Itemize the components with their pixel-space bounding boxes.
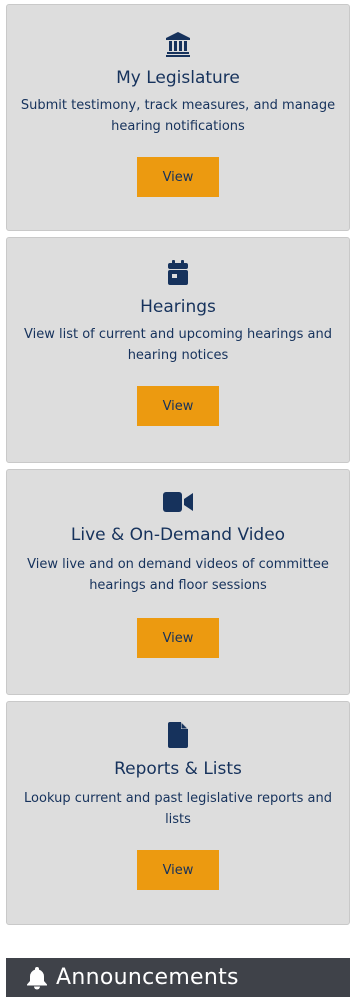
card-description: Submit testimony, track measures, and ma… [20, 98, 336, 134]
card-my-legislature: My Legislature Submit testimony, track m… [6, 4, 350, 231]
card-title: My Legislature [116, 68, 240, 88]
building-columns-icon [166, 32, 190, 57]
announcements-label: Announcements [56, 965, 239, 990]
bell-icon [27, 966, 47, 989]
view-button-hearings[interactable]: View [137, 386, 219, 426]
calendar-icon [168, 260, 188, 285]
file-icon [168, 722, 188, 748]
view-button-reports[interactable]: View [137, 850, 219, 890]
view-button-video[interactable]: View [137, 618, 219, 658]
card-hearings: Hearings View list of current and upcomi… [6, 237, 350, 463]
announcements-header[interactable]: Announcements [6, 958, 350, 997]
card-title: Hearings [140, 297, 216, 317]
card-description: View live and on demand videos of commit… [27, 557, 329, 593]
card-reports-lists: Reports & Lists Lookup current and past … [6, 701, 350, 925]
card-live-on-demand-video: Live & On-Demand Video View live and on … [6, 469, 350, 695]
view-button-my-legislature[interactable]: View [137, 157, 219, 197]
card-title: Reports & Lists [114, 759, 242, 779]
card-title: Live & On-Demand Video [70, 525, 286, 545]
card-description: View list of current and upcoming hearin… [24, 327, 332, 363]
video-camera-icon [163, 492, 193, 512]
card-description: Lookup current and past legislative repo… [24, 791, 332, 827]
